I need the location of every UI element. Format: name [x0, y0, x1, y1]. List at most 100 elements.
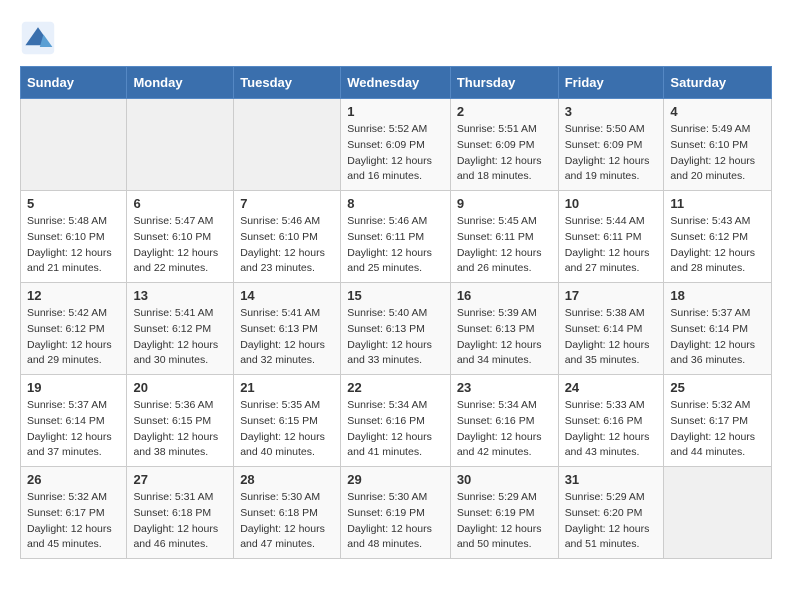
calendar-cell: 18 Sunrise: 5:37 AM Sunset: 6:14 PM Dayli…: [664, 283, 772, 375]
day-number: 29: [347, 472, 444, 487]
day-number: 17: [565, 288, 658, 303]
day-number: 5: [27, 196, 120, 211]
day-number: 18: [670, 288, 765, 303]
calendar-cell: 20 Sunrise: 5:36 AM Sunset: 6:15 PM Dayli…: [127, 375, 234, 467]
day-number: 3: [565, 104, 658, 119]
day-number: 25: [670, 380, 765, 395]
calendar-cell: [664, 467, 772, 559]
calendar-cell: 13 Sunrise: 5:41 AM Sunset: 6:12 PM Dayli…: [127, 283, 234, 375]
logo-icon: [20, 20, 56, 56]
calendar-cell: 25 Sunrise: 5:32 AM Sunset: 6:17 PM Dayli…: [664, 375, 772, 467]
day-info: Sunrise: 5:32 AM Sunset: 6:17 PM Dayligh…: [670, 398, 765, 461]
calendar-cell: 31Sunrise: 5:29 AM Sunset: 6:20 PM Dayli…: [558, 467, 664, 559]
day-info: Sunrise: 5:39 AM Sunset: 6:13 PM Dayligh…: [457, 306, 552, 369]
calendar-cell: [127, 99, 234, 191]
day-number: 15: [347, 288, 444, 303]
calendar-cell: 6Sunrise: 5:47 AM Sunset: 6:10 PM Daylig…: [127, 191, 234, 283]
day-number: 19: [27, 380, 120, 395]
day-number: 14: [240, 288, 334, 303]
calendar-cell: 8 Sunrise: 5:46 AM Sunset: 6:11 PM Daylig…: [341, 191, 451, 283]
day-info: Sunrise: 5:42 AM Sunset: 6:12 PM Dayligh…: [27, 306, 120, 369]
weekday-header-friday: Friday: [558, 67, 664, 99]
calendar-table: SundayMondayTuesdayWednesdayThursdayFrid…: [20, 66, 772, 559]
calendar-cell: 19 Sunrise: 5:37 AM Sunset: 6:14 PM Dayli…: [21, 375, 127, 467]
weekday-header-thursday: Thursday: [450, 67, 558, 99]
calendar-cell: 9Sunrise: 5:45 AM Sunset: 6:11 PM Daylig…: [450, 191, 558, 283]
calendar-cell: 23 Sunrise: 5:34 AM Sunset: 6:16 PM Dayli…: [450, 375, 558, 467]
day-number: 2: [457, 104, 552, 119]
day-info: Sunrise: 5:52 AM Sunset: 6:09 PM Dayligh…: [347, 122, 444, 185]
day-info: Sunrise: 5:37 AM Sunset: 6:14 PM Dayligh…: [27, 398, 120, 461]
day-number: 22: [347, 380, 444, 395]
weekday-header-wednesday: Wednesday: [341, 67, 451, 99]
day-info: Sunrise: 5:33 AM Sunset: 6:16 PM Dayligh…: [565, 398, 658, 461]
calendar-week-3: 12 Sunrise: 5:42 AM Sunset: 6:12 PM Dayli…: [21, 283, 772, 375]
day-info: Sunrise: 5:36 AM Sunset: 6:15 PM Dayligh…: [133, 398, 227, 461]
day-info: Sunrise: 5:46 AM Sunset: 6:11 PM Dayligh…: [347, 214, 444, 277]
calendar-cell: 28Sunrise: 5:30 AM Sunset: 6:18 PM Dayli…: [234, 467, 341, 559]
calendar-cell: [234, 99, 341, 191]
calendar-cell: 22 Sunrise: 5:34 AM Sunset: 6:16 PM Dayli…: [341, 375, 451, 467]
calendar-cell: 2 Sunrise: 5:51 AM Sunset: 6:09 PM Daylig…: [450, 99, 558, 191]
calendar-cell: 12 Sunrise: 5:42 AM Sunset: 6:12 PM Dayli…: [21, 283, 127, 375]
weekday-header-tuesday: Tuesday: [234, 67, 341, 99]
calendar-cell: 1 Sunrise: 5:52 AM Sunset: 6:09 PM Daylig…: [341, 99, 451, 191]
calendar-cell: 10 Sunrise: 5:44 AM Sunset: 6:11 PM Dayli…: [558, 191, 664, 283]
calendar-cell: 5Sunrise: 5:48 AM Sunset: 6:10 PM Daylig…: [21, 191, 127, 283]
calendar-header-row: SundayMondayTuesdayWednesdayThursdayFrid…: [21, 67, 772, 99]
calendar-cell: 24 Sunrise: 5:33 AM Sunset: 6:16 PM Dayli…: [558, 375, 664, 467]
calendar-week-1: 1 Sunrise: 5:52 AM Sunset: 6:09 PM Daylig…: [21, 99, 772, 191]
day-info: Sunrise: 5:41 AM Sunset: 6:12 PM Dayligh…: [133, 306, 227, 369]
day-number: 1: [347, 104, 444, 119]
day-info: Sunrise: 5:37 AM Sunset: 6:14 PM Dayligh…: [670, 306, 765, 369]
day-number: 6: [133, 196, 227, 211]
day-number: 4: [670, 104, 765, 119]
day-number: 26: [27, 472, 120, 487]
calendar-week-5: 26 Sunrise: 5:32 AM Sunset: 6:17 PM Dayli…: [21, 467, 772, 559]
calendar-cell: 3 Sunrise: 5:50 AM Sunset: 6:09 PM Daylig…: [558, 99, 664, 191]
day-number: 21: [240, 380, 334, 395]
calendar-cell: 26 Sunrise: 5:32 AM Sunset: 6:17 PM Dayli…: [21, 467, 127, 559]
weekday-header-saturday: Saturday: [664, 67, 772, 99]
calendar-cell: 15Sunrise: 5:40 AM Sunset: 6:13 PM Dayli…: [341, 283, 451, 375]
day-number: 11: [670, 196, 765, 211]
day-info: Sunrise: 5:34 AM Sunset: 6:16 PM Dayligh…: [457, 398, 552, 461]
day-number: 8: [347, 196, 444, 211]
logo: [20, 20, 62, 56]
day-info: Sunrise: 5:32 AM Sunset: 6:17 PM Dayligh…: [27, 490, 120, 553]
page-header: [20, 20, 772, 56]
day-info: Sunrise: 5:30 AM Sunset: 6:19 PM Dayligh…: [347, 490, 444, 553]
weekday-header-sunday: Sunday: [21, 67, 127, 99]
day-number: 23: [457, 380, 552, 395]
calendar-cell: 7Sunrise: 5:46 AM Sunset: 6:10 PM Daylig…: [234, 191, 341, 283]
day-info: Sunrise: 5:41 AM Sunset: 6:13 PM Dayligh…: [240, 306, 334, 369]
day-info: Sunrise: 5:34 AM Sunset: 6:16 PM Dayligh…: [347, 398, 444, 461]
day-number: 31: [565, 472, 658, 487]
day-number: 7: [240, 196, 334, 211]
calendar-cell: 17Sunrise: 5:38 AM Sunset: 6:14 PM Dayli…: [558, 283, 664, 375]
day-number: 10: [565, 196, 658, 211]
calendar-cell: [21, 99, 127, 191]
day-number: 24: [565, 380, 658, 395]
day-info: Sunrise: 5:35 AM Sunset: 6:15 PM Dayligh…: [240, 398, 334, 461]
day-info: Sunrise: 5:44 AM Sunset: 6:11 PM Dayligh…: [565, 214, 658, 277]
calendar-week-4: 19 Sunrise: 5:37 AM Sunset: 6:14 PM Dayli…: [21, 375, 772, 467]
day-number: 20: [133, 380, 227, 395]
day-number: 13: [133, 288, 227, 303]
calendar-week-2: 5Sunrise: 5:48 AM Sunset: 6:10 PM Daylig…: [21, 191, 772, 283]
day-number: 12: [27, 288, 120, 303]
day-number: 30: [457, 472, 552, 487]
day-info: Sunrise: 5:31 AM Sunset: 6:18 PM Dayligh…: [133, 490, 227, 553]
day-info: Sunrise: 5:29 AM Sunset: 6:19 PM Dayligh…: [457, 490, 552, 553]
day-number: 28: [240, 472, 334, 487]
day-info: Sunrise: 5:43 AM Sunset: 6:12 PM Dayligh…: [670, 214, 765, 277]
day-info: Sunrise: 5:51 AM Sunset: 6:09 PM Dayligh…: [457, 122, 552, 185]
day-info: Sunrise: 5:49 AM Sunset: 6:10 PM Dayligh…: [670, 122, 765, 185]
day-number: 9: [457, 196, 552, 211]
day-number: 27: [133, 472, 227, 487]
calendar-cell: 30 Sunrise: 5:29 AM Sunset: 6:19 PM Dayli…: [450, 467, 558, 559]
calendar-cell: 27 Sunrise: 5:31 AM Sunset: 6:18 PM Dayli…: [127, 467, 234, 559]
calendar-cell: 11 Sunrise: 5:43 AM Sunset: 6:12 PM Dayli…: [664, 191, 772, 283]
day-number: 16: [457, 288, 552, 303]
day-info: Sunrise: 5:50 AM Sunset: 6:09 PM Dayligh…: [565, 122, 658, 185]
